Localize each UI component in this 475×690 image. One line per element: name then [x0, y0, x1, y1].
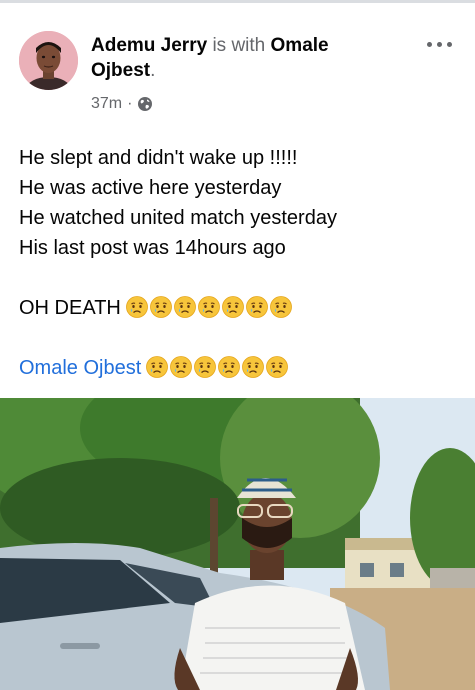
post-meta: 37m · [91, 94, 153, 114]
author-avatar[interactable] [19, 31, 78, 90]
post-time[interactable]: 37m [91, 94, 122, 114]
sad-face-with-tear-emoji [170, 355, 193, 378]
post-blank-line [19, 263, 459, 293]
post-blank-line-2 [19, 323, 459, 353]
header-period: . [150, 60, 156, 81]
sad-face-with-tear-emoji [173, 295, 196, 318]
post-body: He slept and didn't wake up !!!!! He was… [19, 143, 459, 383]
post-header: Ademu Jerry is with Omale [91, 34, 421, 58]
sad-face-with-tear-emoji [146, 355, 169, 378]
globe-icon[interactable] [137, 96, 153, 112]
with-text: is with [212, 35, 266, 56]
author-name[interactable]: Ademu Jerry [91, 35, 207, 56]
post-photo[interactable] [0, 398, 475, 690]
post-line-2: He was active here yesterday [19, 177, 282, 199]
sad-face-with-tear-emoji [197, 295, 220, 318]
sad-face-with-tear-emoji [125, 295, 148, 318]
post-line-4: His last post was 14hours ago [19, 237, 286, 259]
sad-face-with-tear-emoji [245, 295, 268, 318]
exclaim-emoji-row [125, 295, 292, 318]
post-line-1: He slept and didn't wake up !!!!! [19, 147, 298, 169]
tag-emoji-row [146, 355, 289, 378]
sad-face-with-tear-emoji [218, 355, 241, 378]
sad-face-with-tear-emoji [221, 295, 244, 318]
post-exclaim-line: OH DEATH [19, 293, 459, 323]
post-line-3: He watched united match yesterday [19, 207, 337, 229]
top-divider [0, 0, 475, 3]
post-header-cont: Ojbest. [91, 59, 155, 83]
sad-face-with-tear-emoji [194, 355, 217, 378]
tagged-user-last[interactable]: Ojbest [91, 60, 150, 81]
post-tag-line: Omale Ojbest [19, 353, 459, 383]
more-options-icon[interactable] [427, 38, 455, 50]
meta-separator: · [127, 95, 133, 112]
sad-face-with-tear-emoji [269, 295, 292, 318]
sad-face-with-tear-emoji [266, 355, 289, 378]
exclaim-text: OH DEATH [19, 297, 121, 319]
tagged-user-first[interactable]: Omale [271, 35, 329, 56]
sad-face-with-tear-emoji [242, 355, 265, 378]
sad-face-with-tear-emoji [149, 295, 172, 318]
mention-link[interactable]: Omale Ojbest [19, 357, 141, 379]
